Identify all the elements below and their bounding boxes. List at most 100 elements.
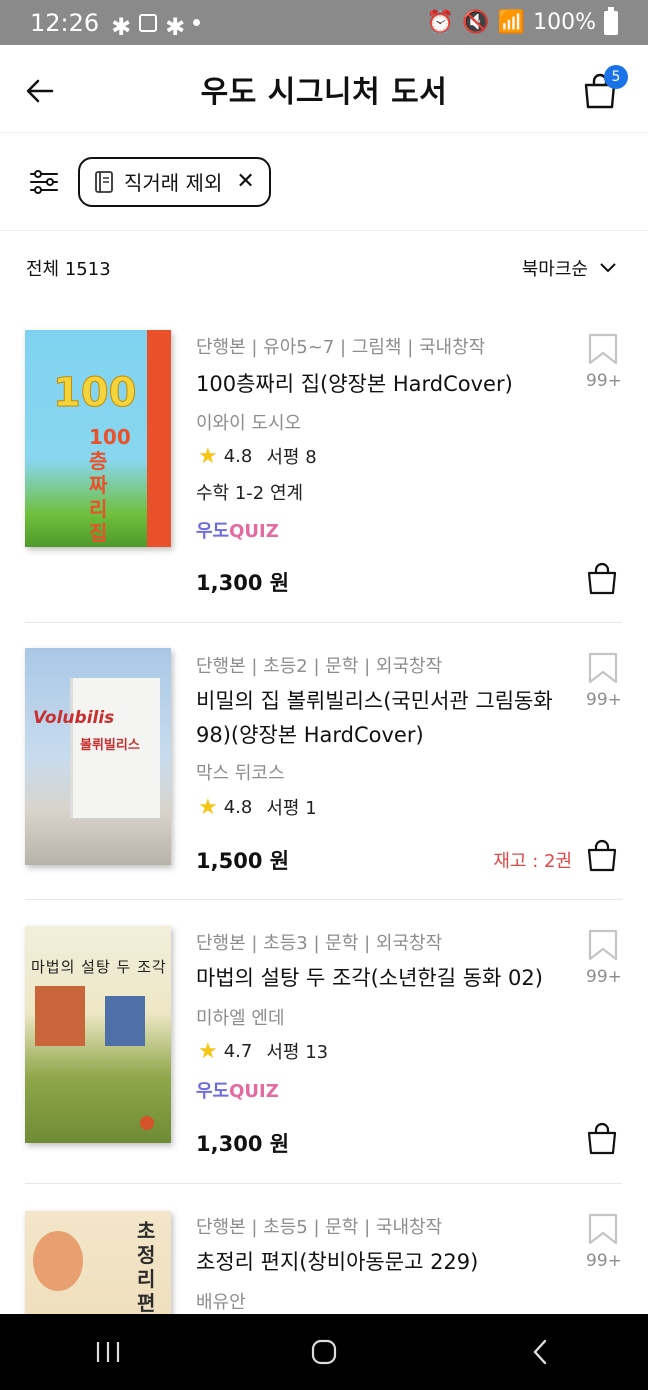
list-item[interactable]: Volubilis 볼뤼빌리스 단행본 | 초등2 | 문학 | 외국창작 비밀…: [0, 623, 648, 900]
review-count: 서평 13: [266, 1042, 329, 1063]
home-button[interactable]: [294, 1322, 354, 1382]
book-icon: [95, 170, 113, 193]
system-nav-bar: [0, 1314, 648, 1390]
bookmark-count: 99+: [586, 1251, 622, 1271]
add-to-cart-button[interactable]: [586, 561, 618, 595]
bookmark-count: 99+: [586, 690, 622, 710]
system-back-button[interactable]: [510, 1322, 570, 1382]
rating-value: 4.7: [223, 1040, 253, 1062]
cover-title: 초정리 편지: [137, 1219, 156, 1314]
rating-value: 4.8: [223, 445, 253, 467]
cover-title-en: Volubilis: [33, 708, 115, 728]
bookmark-count: 99+: [586, 967, 622, 987]
quiz-badge[interactable]: 우도QUIZ: [196, 517, 279, 543]
book-cover[interactable]: Volubilis 볼뤼빌리스: [25, 648, 171, 865]
page-title: 우도 시그니처 도서: [200, 74, 448, 110]
quiz-label-text: QUIZ: [229, 521, 279, 542]
signal-icon: 📶: [497, 10, 526, 35]
book-rating: ★ 4.8 서평 8: [198, 443, 317, 469]
filter-chip-label: 직거래 제외: [124, 171, 223, 195]
quiz-label-brand: 우도: [196, 521, 230, 542]
status-time: 12:26: [30, 8, 100, 37]
back-arrow-icon: [26, 79, 54, 103]
sort-dropdown[interactable]: 북마크순: [522, 255, 616, 281]
star-icon: ★: [198, 794, 218, 820]
total-count: 전체 1513: [26, 259, 111, 280]
bookmark-button[interactable]: 99+: [586, 1213, 622, 1271]
review-count: 서평 1: [266, 798, 317, 819]
battery-icon: [604, 6, 618, 35]
book-author: 미하엘 엔데: [196, 1008, 285, 1029]
book-title[interactable]: 비밀의 집 볼뤼빌리스(국민서관 그림동화 98)(양장본 HardCover): [196, 684, 566, 752]
book-rating: ★ 4.7 서평 13: [198, 1038, 328, 1064]
recent-apps-button[interactable]: [78, 1322, 138, 1382]
home-icon: [311, 1339, 337, 1365]
book-price: 1,300 원: [196, 571, 290, 595]
bookmark-icon: [588, 929, 618, 961]
quiz-label-text: QUIZ: [229, 1081, 279, 1102]
quiz-label-brand: 우도: [196, 1081, 230, 1102]
subject-link: 수학 1-2 연계: [196, 483, 304, 504]
stock-status: 재고 : 2권: [493, 851, 572, 872]
recent-apps-icon: [96, 1342, 120, 1362]
sort-label: 북마크순: [521, 259, 588, 280]
cart-count-badge: 5: [604, 65, 628, 89]
book-cover[interactable]: 100 100층짜리 집: [25, 330, 171, 547]
book-rating: ★ 4.8 서평 1: [198, 794, 317, 820]
back-button[interactable]: [24, 75, 56, 107]
book-meta: 단행본 | 초등3 | 문학 | 외국창작: [196, 933, 443, 954]
cover-title: 100층짜리 집: [89, 425, 131, 545]
more-dot-icon: [193, 19, 201, 26]
quiz-badge[interactable]: 우도QUIZ: [196, 1077, 279, 1103]
bookmark-icon: [588, 1213, 618, 1245]
filter-chip-direct-trade[interactable]: 직거래 제외 ✕: [78, 156, 271, 207]
book-price: 1,300 원: [196, 1132, 290, 1156]
list-item[interactable]: 마법의 설탕 두 조각 단행본 | 초등3 | 문학 | 외국창작 마법의 설탕…: [0, 900, 648, 1184]
book-list: 100 100층짜리 집 단행본 | 유아5~7 | 그림책 | 국내창작 10…: [0, 300, 648, 1314]
app-header: 우도 시그니처 도서 5: [0, 45, 648, 133]
shopping-bag-icon: [587, 839, 617, 872]
sliders-icon: [30, 169, 58, 194]
review-count: 서평 8: [266, 447, 317, 468]
chevron-left-icon: [533, 1339, 547, 1365]
star-icon: ★: [198, 1038, 218, 1064]
filter-bar: 직거래 제외 ✕: [0, 133, 648, 231]
book-title[interactable]: 초정리 편지(창비아동문고 229): [196, 1245, 566, 1279]
shopping-bag-icon: [587, 1122, 617, 1155]
bookmark-button[interactable]: 99+: [586, 652, 622, 710]
book-title[interactable]: 마법의 설탕 두 조각(소년한길 동화 02): [196, 961, 566, 995]
shopping-bag-icon: [587, 562, 617, 595]
add-to-cart-button[interactable]: [586, 838, 618, 872]
list-item[interactable]: 100 100층짜리 집 단행본 | 유아5~7 | 그림책 | 국내창작 10…: [0, 300, 648, 623]
slack-icon: ✱: [111, 12, 132, 41]
alarm-icon: ⏰: [426, 10, 455, 35]
battery-percent: 100%: [533, 10, 596, 35]
cover-title: 마법의 설탕 두 조각: [31, 958, 167, 976]
book-author: 이와이 도시오: [196, 413, 302, 434]
rating-value: 4.8: [223, 796, 253, 818]
bookmark-icon: [588, 652, 618, 684]
book-cover[interactable]: 마법의 설탕 두 조각: [25, 926, 171, 1143]
status-bar: 12:26 ✱ ✱ ⏰ 🔇 📶 100%: [0, 0, 648, 45]
list-header: 전체 1513 북마크순: [26, 240, 616, 296]
list-item[interactable]: 초정리 편지 단행본 | 초등5 | 문학 | 국내창작 초정리 편지(창비아동…: [0, 1184, 648, 1314]
notification-icons: ✱ ✱: [111, 12, 201, 41]
book-meta: 단행본 | 초등5 | 문학 | 국내창작: [196, 1217, 443, 1238]
bookmark-button[interactable]: 99+: [586, 929, 622, 987]
book-meta: 단행본 | 유아5~7 | 그림책 | 국내창작: [196, 337, 486, 358]
bookmark-icon: [588, 333, 618, 365]
book-title[interactable]: 100층짜리 집(양장본 HardCover): [196, 367, 566, 401]
close-icon[interactable]: ✕: [236, 169, 254, 194]
book-cover[interactable]: 초정리 편지: [25, 1211, 171, 1314]
gallery-icon: [139, 13, 158, 32]
book-author: 막스 뒤코스: [196, 763, 285, 784]
book-price: 1,500 원: [196, 849, 290, 873]
cart-button[interactable]: 5: [582, 65, 628, 111]
filter-settings-button[interactable]: [28, 166, 60, 198]
chevron-down-icon: [600, 263, 616, 273]
star-icon: ★: [198, 443, 218, 469]
add-to-cart-button[interactable]: [586, 1121, 618, 1155]
book-author: 배유안: [196, 1292, 246, 1313]
cover-title-ko: 볼뤼빌리스: [80, 738, 140, 753]
bookmark-button[interactable]: 99+: [586, 333, 622, 391]
